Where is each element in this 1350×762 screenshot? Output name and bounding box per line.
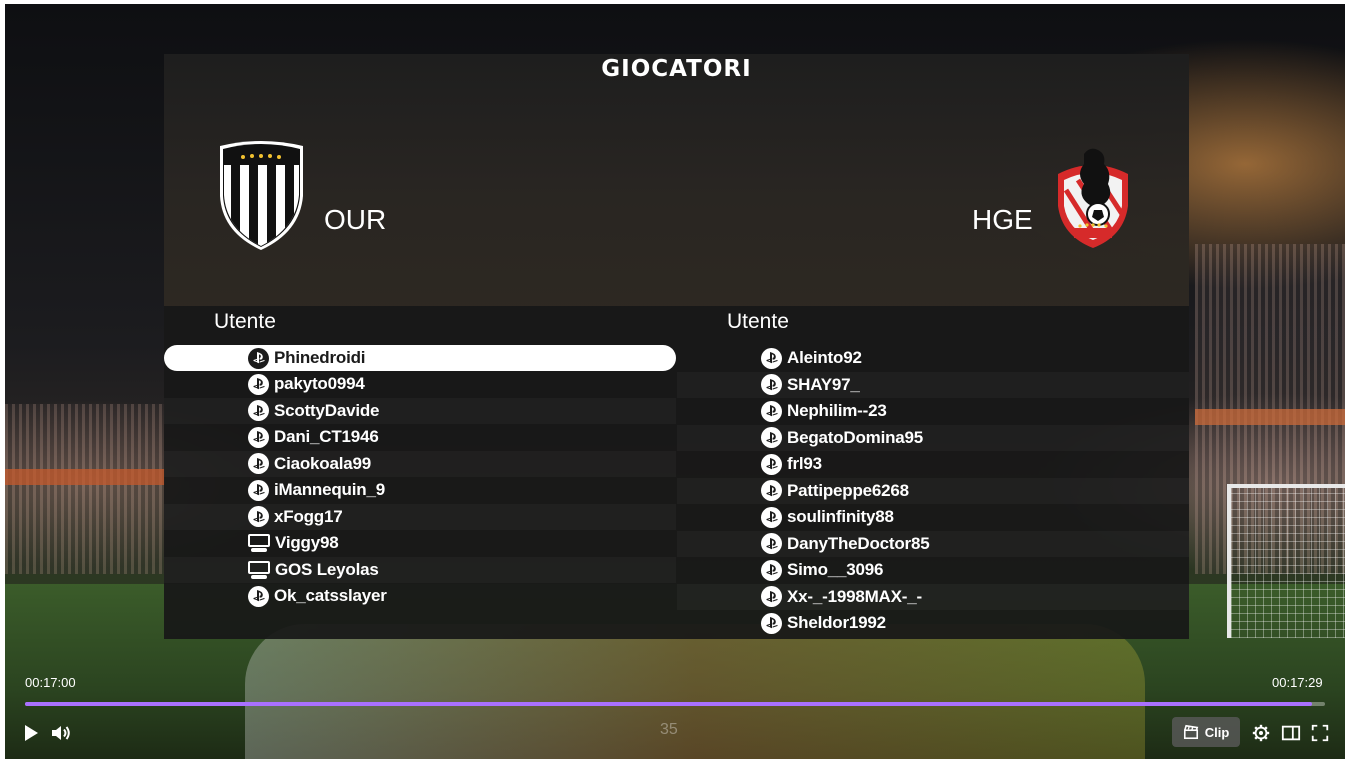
away-player-row[interactable]: Pattipeppe6268	[677, 478, 1189, 505]
away-player-row[interactable]: Nephilim--23	[677, 398, 1189, 425]
playstation-icon	[248, 400, 269, 422]
player-name: Sheldor1992	[787, 613, 886, 633]
playstation-icon	[248, 585, 269, 607]
playstation-icon	[761, 506, 782, 528]
home-player-row[interactable]: Ok_catsslayer	[164, 583, 676, 610]
home-player-list: Phinedroidi pakyto0994 ScottyDavide Dani…	[164, 345, 676, 610]
player-name: Dani_CT1946	[274, 427, 379, 447]
player-name: iMannequin_9	[274, 480, 385, 500]
playstation-icon	[248, 373, 269, 395]
seek-bar[interactable]	[25, 702, 1325, 706]
playstation-icon	[761, 374, 782, 396]
clip-button[interactable]: Clip	[1172, 717, 1240, 747]
playstation-icon	[248, 347, 269, 369]
playstation-icon	[248, 426, 269, 448]
theatre-mode-icon	[1281, 725, 1301, 741]
player-name: Phinedroidi	[274, 348, 366, 367]
lineup-panel: GIOCATORI OUR HGE Utente Utente Phinedro…	[164, 54, 1189, 639]
away-player-row[interactable]: DanyTheDoctor85	[677, 531, 1189, 558]
clip-label: Clip	[1204, 724, 1230, 740]
playstation-icon	[761, 533, 782, 555]
fullscreen-button[interactable]	[1309, 722, 1331, 744]
volume-icon	[52, 726, 70, 740]
playstation-icon	[248, 453, 269, 475]
player-name: Ok_catsslayer	[274, 586, 387, 606]
playstation-icon	[761, 559, 782, 581]
away-player-row[interactable]: Sheldor1992	[677, 610, 1189, 637]
playstation-icon	[761, 612, 782, 634]
player-name: ScottyDavide	[274, 400, 380, 420]
home-player-row[interactable]: GOS Leyolas	[164, 557, 676, 584]
away-team-crest-icon	[1058, 148, 1128, 248]
player-name: Viggy98	[275, 533, 339, 553]
away-player-row[interactable]: SHAY97_	[677, 372, 1189, 399]
volume-button[interactable]	[49, 722, 73, 744]
playstation-icon	[761, 400, 782, 422]
home-player-row[interactable]: Dani_CT1946	[164, 424, 676, 451]
pc-icon	[248, 559, 270, 580]
home-team-name: OUR	[324, 204, 387, 235]
player-name: xFogg17	[274, 506, 343, 526]
away-player-row[interactable]: Simo__3096	[677, 557, 1189, 584]
away-column-header: Utente	[727, 310, 789, 333]
pc-icon	[248, 533, 270, 554]
foreground-player	[245, 624, 1145, 759]
playstation-icon	[761, 347, 782, 369]
playstation-icon	[761, 480, 782, 502]
away-player-row[interactable]: Xx-_-1998MAX-_-	[677, 584, 1189, 611]
time-start: 00:17:00	[25, 675, 76, 690]
away-team-name: HGE	[972, 204, 1033, 235]
away-player-row[interactable]: soulinfinity88	[677, 504, 1189, 531]
home-player-row[interactable]: ScottyDavide	[164, 398, 676, 425]
player-name: GOS Leyolas	[275, 559, 379, 579]
player-name: SHAY97_	[787, 374, 860, 394]
home-player-row[interactable]: iMannequin_9	[164, 477, 676, 504]
away-player-list: Aleinto92 SHAY97_ Nephilim--23 BegatoDom…	[677, 345, 1189, 637]
home-player-row[interactable]: xFogg17	[164, 504, 676, 531]
play-button[interactable]	[20, 722, 42, 744]
fullscreen-icon	[1311, 724, 1329, 742]
play-icon	[25, 725, 38, 741]
player-name: Ciaokoala99	[274, 453, 372, 473]
gear-icon	[1252, 724, 1270, 742]
player-name: Nephilim--23	[787, 401, 887, 421]
home-column-header: Utente	[214, 310, 276, 333]
away-player-row[interactable]: BegatoDomina95	[677, 425, 1189, 452]
clapperboard-icon	[1183, 724, 1198, 740]
player-name: DanyTheDoctor85	[787, 533, 930, 553]
player-name: Aleinto92	[787, 348, 862, 368]
home-player-row[interactable]: Viggy98	[164, 530, 676, 557]
overlay-counter: 35	[660, 721, 678, 738]
goal-net	[1227, 484, 1345, 638]
seek-bar-progress	[25, 702, 1312, 706]
time-end: 00:17:29	[1272, 675, 1323, 690]
home-team-crest-icon	[220, 141, 303, 250]
away-player-row[interactable]: Aleinto92	[677, 345, 1189, 372]
stadium-stand-left	[5, 404, 165, 574]
ad-board-right	[1195, 409, 1345, 425]
home-player-row[interactable]: Phinedroidi	[164, 345, 676, 371]
playstation-icon	[248, 479, 269, 501]
player-name: pakyto0994	[274, 374, 365, 394]
player-name: Pattipeppe6268	[787, 480, 909, 500]
panel-header-area	[164, 54, 1189, 306]
playstation-icon	[761, 453, 782, 475]
home-player-row[interactable]: pakyto0994	[164, 371, 676, 398]
playstation-icon	[761, 586, 782, 608]
playstation-icon	[248, 506, 269, 528]
player-name: frl93	[787, 454, 822, 474]
away-player-row[interactable]: frl93	[677, 451, 1189, 478]
settings-button[interactable]	[1250, 722, 1272, 744]
theatre-mode-button[interactable]	[1280, 722, 1302, 744]
player-name: BegatoDomina95	[787, 427, 924, 447]
panel-title: GIOCATORI	[601, 56, 752, 82]
player-name: soulinfinity88	[787, 507, 894, 527]
player-name: Simo__3096	[787, 560, 884, 580]
playstation-icon	[761, 427, 782, 449]
player-name: Xx-_-1998MAX-_-	[787, 586, 922, 606]
home-player-row[interactable]: Ciaokoala99	[164, 451, 676, 478]
ad-board-left	[5, 469, 165, 485]
